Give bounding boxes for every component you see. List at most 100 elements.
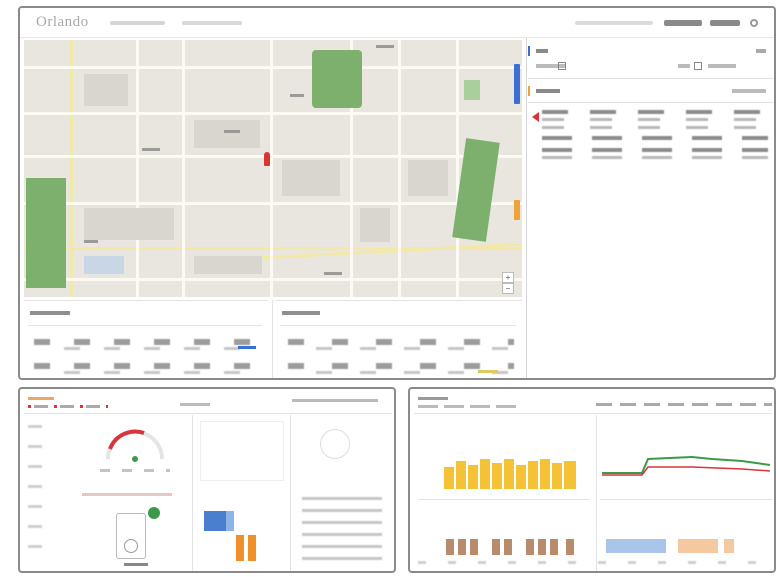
location-marker-icon[interactable] <box>264 152 270 166</box>
chart-bar <box>540 459 550 489</box>
divider <box>596 415 597 571</box>
axis-labels <box>28 425 42 565</box>
chart-bar <box>444 467 454 489</box>
map-block <box>194 120 260 148</box>
filter-toggle[interactable] <box>694 62 702 70</box>
chart-bar <box>528 461 538 489</box>
chart-bar <box>492 463 502 489</box>
gauge-caption <box>100 469 170 472</box>
summary-card-left <box>24 300 268 378</box>
chart-bar <box>470 539 478 555</box>
summary-card-right <box>276 300 522 378</box>
detail-row <box>542 110 768 114</box>
app-logo[interactable]: Orlando <box>36 14 89 31</box>
detail-row <box>542 126 768 129</box>
map-block <box>360 208 390 242</box>
section-more-link[interactable] <box>732 89 766 93</box>
mini-chart-grid <box>200 421 284 481</box>
summary-card-title <box>282 311 320 315</box>
divider <box>280 325 516 326</box>
summary-row <box>64 347 260 350</box>
map-park <box>312 50 362 108</box>
filter-toggle[interactable] <box>558 62 566 70</box>
map-block <box>408 160 448 196</box>
summary-card-title <box>30 311 70 315</box>
panel-controls[interactable] <box>596 403 772 406</box>
circle-indicator <box>320 429 350 459</box>
map-label <box>84 240 98 243</box>
map-road <box>24 202 522 205</box>
chart-bar <box>226 511 234 531</box>
divider <box>272 300 273 378</box>
alert-icon <box>532 112 539 122</box>
chart-bar <box>566 539 574 555</box>
panel-tab[interactable] <box>28 397 54 400</box>
section-indicator <box>528 86 530 96</box>
status-dot <box>148 507 160 519</box>
panel-tab[interactable] <box>418 397 448 400</box>
chart-bar <box>456 461 466 489</box>
axis-labels <box>418 561 772 564</box>
map-view[interactable]: + − <box>24 40 522 297</box>
zoom-in-button[interactable]: + <box>502 272 514 283</box>
filter-select[interactable] <box>678 64 690 68</box>
header-logout-button[interactable] <box>710 20 740 26</box>
map-road <box>244 242 522 261</box>
divider <box>192 415 193 571</box>
map-block <box>84 208 174 240</box>
section-indicator <box>528 46 530 56</box>
summary-highlight <box>238 346 256 349</box>
divider <box>290 415 291 571</box>
summary-row <box>288 363 514 369</box>
header-nav-item[interactable] <box>182 21 242 25</box>
map-road <box>24 66 522 69</box>
map-block <box>282 160 340 196</box>
chart-bar <box>446 539 454 555</box>
header-user-button[interactable] <box>664 20 702 26</box>
divider <box>528 102 774 103</box>
map-road <box>398 40 401 297</box>
map-block <box>84 74 128 106</box>
map-block <box>194 256 262 274</box>
zoom-out-button[interactable]: − <box>502 283 514 294</box>
summary-row <box>34 363 260 369</box>
map-label <box>324 272 342 275</box>
map-road <box>24 278 522 281</box>
map-road <box>24 112 522 115</box>
panel-legend <box>28 405 108 408</box>
analytics-panel <box>408 387 776 573</box>
panel-legend <box>418 405 518 408</box>
map-road <box>456 40 459 297</box>
device-status-panel <box>18 387 396 573</box>
detail-row <box>542 136 768 140</box>
main-dashboard-panel: Orlando + − <box>18 6 776 380</box>
detail-row <box>542 118 768 121</box>
header-status <box>575 21 653 25</box>
divider <box>418 499 590 500</box>
settings-icon[interactable] <box>750 19 758 27</box>
chart-bar <box>678 539 718 553</box>
header-nav-item[interactable] <box>110 21 165 25</box>
chart-bar <box>538 539 546 555</box>
map-park <box>26 178 66 288</box>
chart-bar <box>248 535 256 561</box>
map-label <box>376 45 394 48</box>
map-road <box>70 40 73 297</box>
map-park <box>452 138 500 242</box>
summary-row <box>64 371 260 374</box>
bar-chart-yellow <box>440 449 580 489</box>
line-chart <box>602 455 771 476</box>
filter-select[interactable] <box>708 64 736 68</box>
divider <box>414 413 772 414</box>
section-more-link[interactable] <box>756 49 766 53</box>
map-layer-indicator <box>514 64 520 104</box>
summary-row <box>316 347 512 350</box>
right-info-panel <box>528 38 774 378</box>
gauge-caption <box>82 493 172 496</box>
status-gauge <box>106 429 164 462</box>
chart-bar <box>516 465 526 489</box>
panel-header-item <box>180 403 210 406</box>
chart-bar <box>236 535 244 561</box>
chart-bar <box>468 465 478 489</box>
map-layer-indicator <box>514 200 520 220</box>
